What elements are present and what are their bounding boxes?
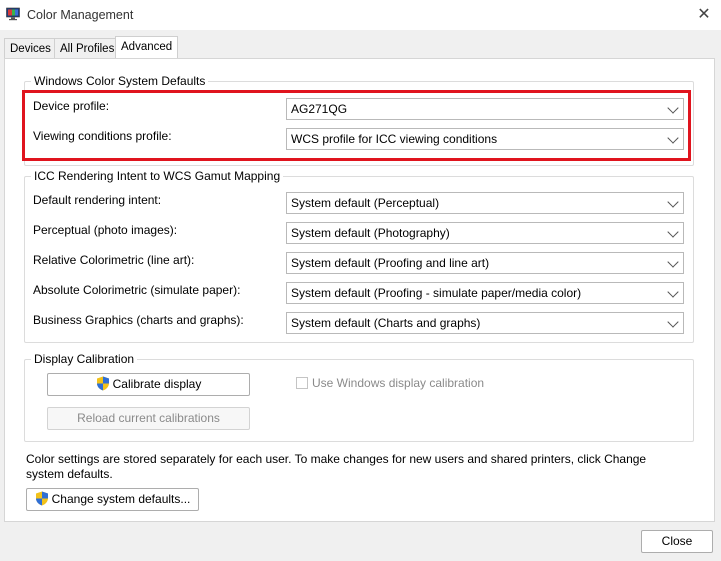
display-calibration-legend: Display Calibration bbox=[31, 352, 138, 366]
color-management-icon bbox=[6, 7, 20, 21]
tab-advanced[interactable]: Advanced bbox=[115, 36, 179, 59]
tab-all-profiles[interactable]: All Profiles bbox=[54, 38, 121, 58]
business-graphics-value: System default (Charts and graphs) bbox=[291, 316, 481, 330]
change-system-defaults-button[interactable]: Change system defaults... bbox=[26, 488, 199, 511]
business-graphics-select[interactable]: System default (Charts and graphs) bbox=[286, 312, 684, 334]
use-windows-calibration-label: Use Windows display calibration bbox=[312, 376, 485, 390]
wcs-defaults-legend: Windows Color System Defaults bbox=[31, 74, 209, 88]
title-bar: Color Management ✕ bbox=[0, 0, 721, 30]
relative-colorimetric-label: Relative Colorimetric (line art): bbox=[33, 253, 195, 267]
chevron-down-icon bbox=[667, 256, 679, 268]
info-text: Color settings are stored separately for… bbox=[26, 452, 647, 481]
perceptual-value: System default (Photography) bbox=[291, 226, 450, 240]
perceptual-label: Perceptual (photo images): bbox=[33, 223, 178, 237]
use-windows-calibration-checkbox[interactable] bbox=[296, 377, 308, 389]
close-icon[interactable]: ✕ bbox=[692, 4, 716, 26]
chevron-down-icon bbox=[667, 226, 679, 238]
default-intent-value: System default (Perceptual) bbox=[291, 196, 440, 210]
tab-devices[interactable]: Devices bbox=[4, 38, 57, 58]
change-system-defaults-label: Change system defaults... bbox=[51, 492, 191, 506]
chevron-down-icon bbox=[667, 316, 679, 328]
absolute-colorimetric-select[interactable]: System default (Proofing - simulate pape… bbox=[286, 282, 684, 304]
default-intent-label: Default rendering intent: bbox=[33, 193, 162, 207]
highlight-box bbox=[22, 90, 691, 161]
calibrate-display-button[interactable]: Calibrate display bbox=[47, 373, 250, 396]
absolute-colorimetric-label: Absolute Colorimetric (simulate paper): bbox=[33, 283, 241, 297]
business-graphics-label: Business Graphics (charts and graphs): bbox=[33, 313, 244, 327]
chevron-down-icon bbox=[667, 286, 679, 298]
icc-mapping-legend: ICC Rendering Intent to WCS Gamut Mappin… bbox=[31, 169, 284, 183]
absolute-colorimetric-value: System default (Proofing - simulate pape… bbox=[291, 286, 582, 300]
close-button[interactable]: Close bbox=[641, 530, 713, 553]
uac-shield-icon bbox=[96, 376, 109, 391]
reload-calibrations-button[interactable]: Reload current calibrations bbox=[47, 407, 250, 430]
perceptual-select[interactable]: System default (Photography) bbox=[286, 222, 684, 244]
uac-shield-icon bbox=[35, 491, 48, 506]
default-intent-select[interactable]: System default (Perceptual) bbox=[286, 192, 684, 214]
window-title: Color Management bbox=[27, 8, 134, 22]
relative-colorimetric-select[interactable]: System default (Proofing and line art) bbox=[286, 252, 684, 274]
calibrate-display-label: Calibrate display bbox=[112, 377, 202, 391]
chevron-down-icon bbox=[667, 196, 679, 208]
relative-colorimetric-value: System default (Proofing and line art) bbox=[291, 256, 490, 270]
